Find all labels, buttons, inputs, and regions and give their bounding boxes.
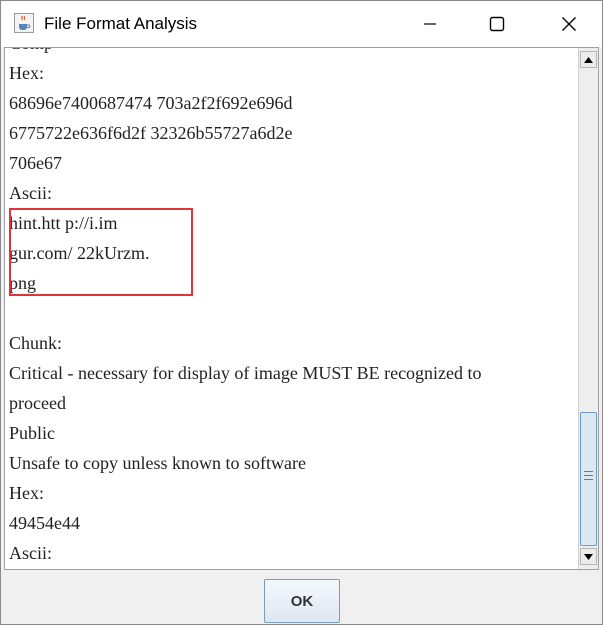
maximize-button[interactable] xyxy=(473,1,521,47)
text-line: hint.htt p://i.im xyxy=(9,213,118,233)
maximize-icon xyxy=(489,16,505,32)
analysis-text: Comp Hex: 68696e7400687474 703a2f2f692e696… xyxy=(9,48,575,568)
text-line: Ascii: xyxy=(9,543,52,563)
dialog-window: File Format Analysis Comp Hex: 68696e74006… xyxy=(0,0,603,625)
text-line: gur.com/ 22kUrzm. xyxy=(9,243,150,263)
close-icon xyxy=(562,17,576,31)
arrow-up-icon xyxy=(584,56,593,63)
text-line: proceed xyxy=(9,393,66,413)
vertical-scrollbar[interactable] xyxy=(578,48,598,569)
analysis-scroll-pane[interactable]: Comp Hex: 68696e7400687474 703a2f2f692e696… xyxy=(4,47,599,570)
minimize-button[interactable] xyxy=(406,1,454,47)
text-line: 706e67 xyxy=(9,153,62,173)
text-line: Public xyxy=(9,423,56,443)
text-line: Critical - necessary for display of imag… xyxy=(9,363,482,383)
scroll-up-button[interactable] xyxy=(580,51,597,68)
java-coffee-cup-icon xyxy=(14,13,34,33)
text-line: 49454e44 xyxy=(9,513,80,533)
window-title: File Format Analysis xyxy=(44,14,198,33)
text-line: Chunk: xyxy=(9,333,63,353)
grip-line xyxy=(584,479,593,480)
grip-line xyxy=(584,475,593,476)
text-line: png xyxy=(9,273,36,293)
scroll-thumb[interactable] xyxy=(580,412,597,546)
analysis-text-area[interactable]: Comp Hex: 68696e7400687474 703a2f2f692e696… xyxy=(5,48,578,569)
arrow-down-icon xyxy=(584,553,593,560)
grip-line xyxy=(584,471,593,472)
close-button[interactable] xyxy=(545,1,593,47)
text-line: 68696e7400687474 703a2f2f692e696d xyxy=(9,93,293,113)
text-line: 6775722e636f6d2f 32326b55727a6d2e xyxy=(9,123,293,143)
ok-button[interactable]: OK xyxy=(264,579,340,623)
text-line: Unsafe to copy unless known to software xyxy=(9,453,306,473)
text-line: Comp xyxy=(9,48,575,58)
text-line: Hex: xyxy=(9,63,44,83)
text-line: Hex: xyxy=(9,483,44,503)
minimize-icon xyxy=(424,23,436,25)
text-line: Ascii: xyxy=(9,183,52,203)
scroll-down-button[interactable] xyxy=(580,548,597,565)
text-line xyxy=(9,298,575,328)
title-bar[interactable]: File Format Analysis xyxy=(1,1,602,47)
